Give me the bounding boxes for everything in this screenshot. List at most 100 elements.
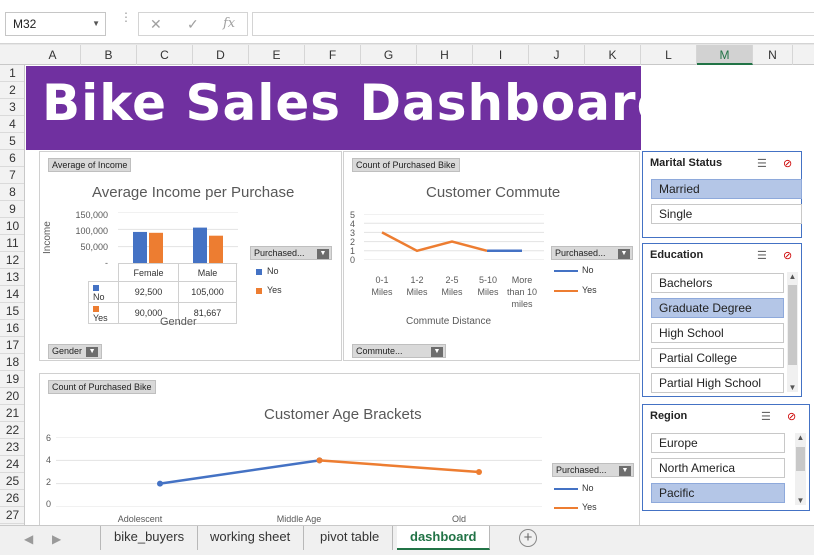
tab-bike-buyers[interactable]: bike_buyers bbox=[100, 526, 199, 550]
row-header-22[interactable]: 22 bbox=[0, 422, 24, 439]
income-bars[interactable] bbox=[118, 212, 238, 264]
multi-select-icon[interactable]: ☰ bbox=[761, 410, 771, 423]
row-header-17[interactable]: 17 bbox=[0, 337, 24, 354]
scroll-up-icon[interactable]: ▲ bbox=[787, 272, 798, 281]
commute-value-field-button[interactable]: Count of Purchased Bike bbox=[352, 158, 460, 172]
column-header-e[interactable]: E bbox=[249, 45, 305, 65]
chevron-down-icon[interactable]: ▼ bbox=[317, 249, 329, 259]
enter-icon[interactable]: ✓ bbox=[187, 16, 199, 33]
column-header-n[interactable]: N bbox=[753, 45, 793, 65]
dashboard-banner[interactable]: Bike Sales Dashboard bbox=[26, 66, 672, 150]
row-header-2[interactable]: 2 bbox=[0, 82, 24, 99]
row-header-6[interactable]: 6 bbox=[0, 150, 24, 167]
row-header-14[interactable]: 14 bbox=[0, 286, 24, 303]
row-header-24[interactable]: 24 bbox=[0, 456, 24, 473]
column-header-m[interactable]: M bbox=[697, 45, 753, 65]
slicer-item-bachelors[interactable]: Bachelors bbox=[651, 273, 784, 293]
age-legend-field-button[interactable]: Purchased... ▼ bbox=[552, 463, 634, 477]
clear-filter-icon[interactable]: ⊘ bbox=[787, 410, 796, 423]
slicer-item-married[interactable]: Married bbox=[651, 179, 802, 199]
column-header-a[interactable]: A bbox=[25, 45, 81, 65]
slicer-item-pacific[interactable]: Pacific bbox=[651, 483, 785, 503]
add-sheet-icon[interactable]: + bbox=[519, 529, 537, 547]
row-header-8[interactable]: 8 bbox=[0, 184, 24, 201]
education-slicer[interactable]: Education ☰ ⊘ Bachelors Graduate Degree … bbox=[642, 243, 802, 397]
column-header-h[interactable]: H bbox=[417, 45, 473, 65]
region-slicer[interactable]: Region ☰ ⊘ Europe North America Pacific … bbox=[642, 404, 810, 511]
row-header-25[interactable]: 25 bbox=[0, 473, 24, 490]
tab-dashboard[interactable]: dashboard bbox=[397, 526, 491, 550]
commute-axis-field-button[interactable]: Commute... ▼ bbox=[352, 344, 446, 358]
row-header-13[interactable]: 13 bbox=[0, 269, 24, 286]
row-header-20[interactable]: 20 bbox=[0, 388, 24, 405]
tab-working-sheet[interactable]: working sheet bbox=[197, 526, 305, 550]
row-header-5[interactable]: 5 bbox=[0, 133, 24, 150]
column-header-k[interactable]: K bbox=[585, 45, 641, 65]
prev-sheet-icon[interactable]: ◀ bbox=[24, 532, 33, 546]
scroll-down-icon[interactable]: ▼ bbox=[787, 383, 798, 392]
row-header-9[interactable]: 9 bbox=[0, 201, 24, 218]
chevron-down-icon[interactable]: ▼ bbox=[431, 347, 443, 357]
row-header-4[interactable]: 4 bbox=[0, 116, 24, 133]
row-header-27[interactable]: 27 bbox=[0, 507, 24, 524]
row-header-16[interactable]: 16 bbox=[0, 320, 24, 337]
row-header-11[interactable]: 11 bbox=[0, 235, 24, 252]
column-header-b[interactable]: B bbox=[81, 45, 137, 65]
marital-status-slicer[interactable]: Marital Status ☰ ⊘ Married Single bbox=[642, 151, 802, 238]
slicer-item-high-school[interactable]: High School bbox=[651, 323, 784, 343]
slicer-item-graduate-degree[interactable]: Graduate Degree bbox=[651, 298, 784, 318]
cancel-icon[interactable]: ✕ bbox=[150, 16, 162, 33]
column-header-f[interactable]: F bbox=[305, 45, 361, 65]
chevron-down-icon[interactable]: ▼ bbox=[86, 346, 99, 357]
slicer-item-partial-college[interactable]: Partial College bbox=[651, 348, 784, 368]
tab-pivot-table[interactable]: pivot table bbox=[307, 526, 394, 550]
chevron-down-icon[interactable]: ▼ bbox=[618, 249, 630, 259]
multi-select-icon[interactable]: ☰ bbox=[757, 249, 767, 262]
insert-function-icon[interactable]: fx bbox=[223, 16, 235, 31]
row-header-10[interactable]: 10 bbox=[0, 218, 24, 235]
clear-filter-icon[interactable]: ⊘ bbox=[783, 157, 792, 170]
name-box[interactable]: M32 ▼ bbox=[5, 12, 106, 36]
income-axis-field-button[interactable]: Gender ▼ bbox=[48, 344, 103, 359]
row-header-26[interactable]: 26 bbox=[0, 490, 24, 507]
commute-chart[interactable]: Count of Purchased Bike Customer Commute… bbox=[343, 151, 640, 361]
next-sheet-icon[interactable]: ▶ bbox=[52, 532, 61, 546]
region-scrollbar[interactable]: ▲ ▼ bbox=[795, 433, 806, 505]
column-header-g[interactable]: G bbox=[361, 45, 417, 65]
commute-lines[interactable] bbox=[364, 214, 544, 260]
chevron-down-icon[interactable]: ▼ bbox=[619, 466, 631, 476]
income-chart[interactable]: Average of Income Average Income per Pur… bbox=[39, 151, 342, 361]
row-header-3[interactable]: 3 bbox=[0, 99, 24, 116]
column-header-d[interactable]: D bbox=[193, 45, 249, 65]
worksheet[interactable]: Bike Sales Dashboard Average of Income A… bbox=[25, 65, 814, 525]
row-header-1[interactable]: 1 bbox=[0, 65, 24, 82]
scroll-up-icon[interactable]: ▲ bbox=[795, 433, 806, 442]
scroll-thumb[interactable] bbox=[788, 285, 797, 365]
slicer-item-north-america[interactable]: North America bbox=[651, 458, 785, 478]
column-header-c[interactable]: C bbox=[137, 45, 193, 65]
income-legend-field-button[interactable]: Purchased... ▼ bbox=[250, 246, 332, 260]
chevron-down-icon[interactable]: ▼ bbox=[92, 19, 100, 28]
row-header-15[interactable]: 15 bbox=[0, 303, 24, 320]
formula-input[interactable] bbox=[252, 12, 814, 36]
age-lines[interactable] bbox=[56, 437, 542, 507]
multi-select-icon[interactable]: ☰ bbox=[757, 157, 767, 170]
column-header-i[interactable]: I bbox=[473, 45, 529, 65]
income-value-field-button[interactable]: Average of Income bbox=[48, 158, 132, 172]
slicer-item-partial-high-school[interactable]: Partial High School bbox=[651, 373, 784, 393]
row-header-7[interactable]: 7 bbox=[0, 167, 24, 184]
column-header-l[interactable]: L bbox=[641, 45, 697, 65]
education-scrollbar[interactable]: ▲ ▼ bbox=[787, 272, 798, 392]
scroll-down-icon[interactable]: ▼ bbox=[795, 496, 806, 505]
commute-legend-field-button[interactable]: Purchased... ▼ bbox=[551, 246, 633, 260]
slicer-item-europe[interactable]: Europe bbox=[651, 433, 785, 453]
age-value-field-button[interactable]: Count of Purchased Bike bbox=[48, 380, 156, 394]
row-header-23[interactable]: 23 bbox=[0, 439, 24, 456]
row-header-19[interactable]: 19 bbox=[0, 371, 24, 388]
row-header-21[interactable]: 21 bbox=[0, 405, 24, 422]
scroll-thumb[interactable] bbox=[796, 447, 805, 471]
clear-filter-icon[interactable]: ⊘ bbox=[783, 249, 792, 262]
slicer-item-single[interactable]: Single bbox=[651, 204, 802, 224]
row-header-12[interactable]: 12 bbox=[0, 252, 24, 269]
column-header-j[interactable]: J bbox=[529, 45, 585, 65]
